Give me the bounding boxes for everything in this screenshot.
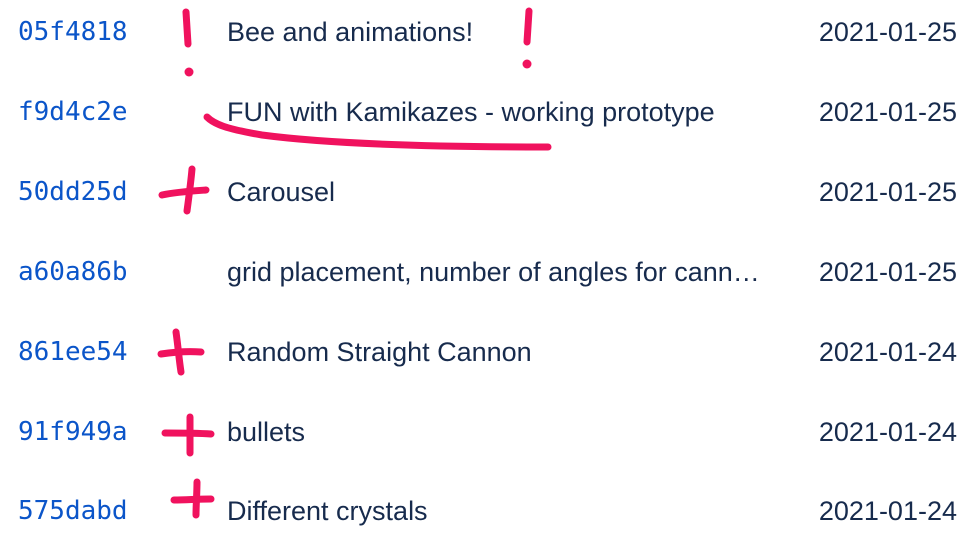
commit-row[interactable]: 91f949a bullets 2021-01-24 xyxy=(0,392,974,472)
commit-message[interactable]: Random Straight Cannon xyxy=(227,312,767,392)
commit-date: 2021-01-24 xyxy=(818,496,957,526)
commit-list: 05f4818 Bee and animations! 2021-01-25 f… xyxy=(0,0,974,534)
commit-date: 2021-01-25 xyxy=(818,257,957,287)
commit-row[interactable]: f9d4c2e FUN with Kamikazes - working pro… xyxy=(0,72,974,152)
commit-row[interactable]: 05f4818 Bee and animations! 2021-01-25 xyxy=(0,0,974,72)
commit-row[interactable]: a60a86b grid placement, number of angles… xyxy=(0,232,974,312)
commit-message[interactable]: Bee and animations! xyxy=(227,0,767,72)
commit-hash-link[interactable]: a60a86b xyxy=(18,232,128,312)
commit-date: 2021-01-25 xyxy=(818,17,957,47)
commit-hash-link[interactable]: 861ee54 xyxy=(18,312,128,392)
commit-row[interactable]: 50dd25d Carousel 2021-01-25 xyxy=(0,152,974,232)
commit-message[interactable]: Different crystals xyxy=(227,471,767,534)
commit-message[interactable]: grid placement, number of angles for can… xyxy=(227,232,767,312)
commit-row[interactable]: 575dabd Different crystals 2021-01-24 xyxy=(0,471,974,534)
commit-date: 2021-01-24 xyxy=(818,337,957,367)
commit-hash-link[interactable]: 05f4818 xyxy=(18,0,128,72)
commit-hash-link[interactable]: f9d4c2e xyxy=(18,72,128,152)
commit-message[interactable]: FUN with Kamikazes - working prototype xyxy=(227,72,767,152)
commit-message[interactable]: Carousel xyxy=(227,152,767,232)
commit-date: 2021-01-25 xyxy=(818,97,957,127)
commit-message[interactable]: bullets xyxy=(227,392,767,472)
commit-hash-link[interactable]: 91f949a xyxy=(18,392,128,472)
commit-date: 2021-01-25 xyxy=(818,177,957,207)
commit-hash-link[interactable]: 575dabd xyxy=(18,471,128,534)
commit-row[interactable]: 861ee54 Random Straight Cannon 2021-01-2… xyxy=(0,312,974,392)
commit-hash-link[interactable]: 50dd25d xyxy=(18,152,128,232)
commit-date: 2021-01-24 xyxy=(818,417,957,447)
